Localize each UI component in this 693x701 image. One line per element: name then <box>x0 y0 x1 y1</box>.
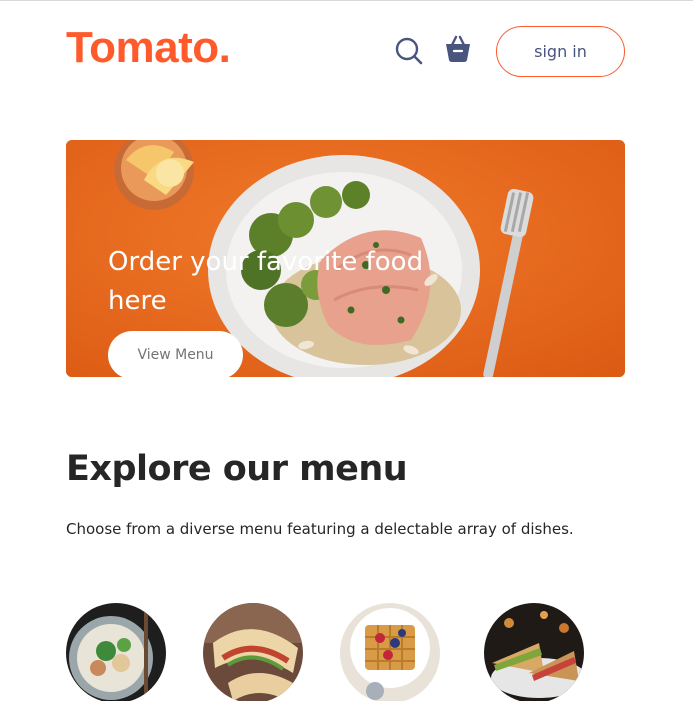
waffle-berries-image <box>340 603 440 701</box>
menu-item-rolls[interactable] <box>203 603 303 701</box>
hero-banner: Order your favorite food here View Menu <box>66 140 625 377</box>
top-divider <box>0 0 693 1</box>
menu-item-deserts[interactable] <box>340 603 440 701</box>
basket-icon[interactable] <box>443 33 473 65</box>
logo[interactable]: Tomato. <box>66 26 231 70</box>
sandwich-image <box>484 603 584 701</box>
hero-title: Order your favorite food here <box>108 247 424 316</box>
wrap-roll-image <box>203 603 303 701</box>
explore-description: Choose from a diverse menu featuring a d… <box>66 520 574 538</box>
search-icon[interactable] <box>394 36 424 66</box>
menu-category-list <box>66 603 626 701</box>
menu-item-sandwich[interactable] <box>484 603 584 701</box>
sign-in-button[interactable]: sign in <box>496 26 625 77</box>
menu-item-salad[interactable] <box>66 603 166 701</box>
noodle-bowl-image <box>66 603 166 701</box>
explore-title: Explore our menu <box>66 449 408 489</box>
view-menu-button[interactable]: View Menu <box>108 331 243 377</box>
